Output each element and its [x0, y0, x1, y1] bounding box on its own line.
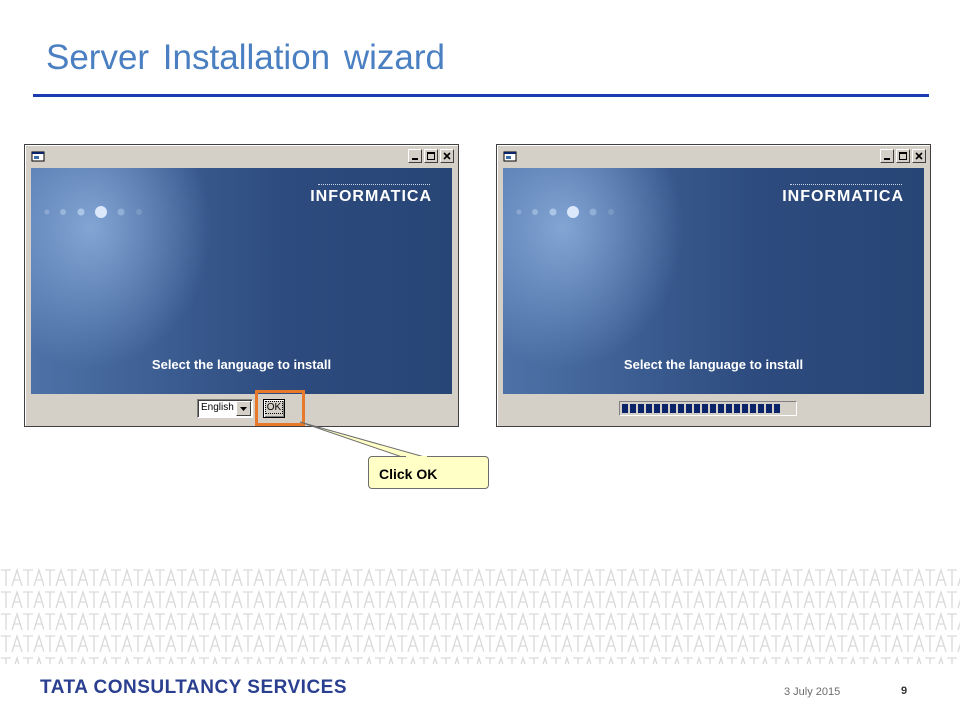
maximize-icon	[899, 152, 907, 160]
select-language-caption: Select the language to install	[151, 357, 332, 372]
footer-date: 3 July 2015	[784, 686, 841, 698]
tcs-brand-logo: TATA CONSULTANCY SERVICES	[40, 677, 348, 698]
installing-dialog-window: INFORMATICA Select the language to insta…	[496, 144, 931, 427]
close-button[interactable]	[912, 149, 926, 163]
progress-segment	[630, 404, 636, 413]
progress-segment	[694, 404, 700, 413]
progress-segment	[750, 404, 756, 413]
chevron-down-icon	[240, 407, 247, 411]
progress-segment	[638, 404, 644, 413]
close-icon	[915, 152, 923, 160]
click-ok-callout: Click OK	[368, 456, 489, 489]
maximize-button[interactable]	[896, 149, 910, 163]
page-number: 9	[901, 685, 908, 697]
decorative-dots	[44, 206, 142, 218]
tata-pattern-background	[0, 567, 960, 664]
progress-segment	[702, 404, 708, 413]
progress-segment	[654, 404, 660, 413]
progress-segment	[622, 404, 628, 413]
window-titlebar[interactable]	[27, 147, 456, 166]
progress-segment	[774, 404, 780, 413]
title-divider	[33, 94, 929, 97]
logo-dotted-line	[790, 184, 902, 185]
progress-segment	[718, 404, 724, 413]
informatica-logo: INFORMATICA	[782, 188, 904, 205]
progress-segment	[686, 404, 692, 413]
language-dialog-window: INFORMATICA Select the language to insta…	[24, 144, 459, 427]
window-titlebar[interactable]	[499, 147, 928, 166]
maximize-button[interactable]	[424, 149, 438, 163]
progress-segment	[670, 404, 676, 413]
progress-segment	[726, 404, 732, 413]
progress-segment	[742, 404, 748, 413]
minimize-button[interactable]	[408, 149, 422, 163]
progress-segment	[646, 404, 652, 413]
close-icon	[443, 152, 451, 160]
informatica-banner: INFORMATICA Select the language to insta…	[503, 168, 924, 394]
language-dropdown-value: English	[201, 402, 234, 413]
close-button[interactable]	[440, 149, 454, 163]
progress-segment	[758, 404, 764, 413]
maximize-icon	[427, 152, 435, 160]
progress-segment	[710, 404, 716, 413]
select-language-caption: Select the language to install	[623, 357, 804, 372]
ok-button-highlight	[255, 390, 305, 426]
installer-icon	[503, 151, 517, 162]
dropdown-arrow-button[interactable]	[236, 401, 251, 416]
slide-title: Server Installation wizard	[46, 38, 445, 77]
install-progress-bar	[619, 401, 797, 416]
informatica-banner: INFORMATICA Select the language to insta…	[31, 168, 452, 394]
progress-segment	[678, 404, 684, 413]
language-dropdown[interactable]: English	[197, 399, 253, 418]
progress-segment	[734, 404, 740, 413]
progress-segment	[766, 404, 772, 413]
minimize-icon	[884, 158, 890, 160]
decorative-dots	[516, 206, 614, 218]
informatica-logo: INFORMATICA	[310, 188, 432, 205]
logo-dotted-line	[318, 184, 430, 185]
minimize-icon	[412, 158, 418, 160]
progress-segment	[662, 404, 668, 413]
minimize-button[interactable]	[880, 149, 894, 163]
installer-icon	[31, 151, 45, 162]
